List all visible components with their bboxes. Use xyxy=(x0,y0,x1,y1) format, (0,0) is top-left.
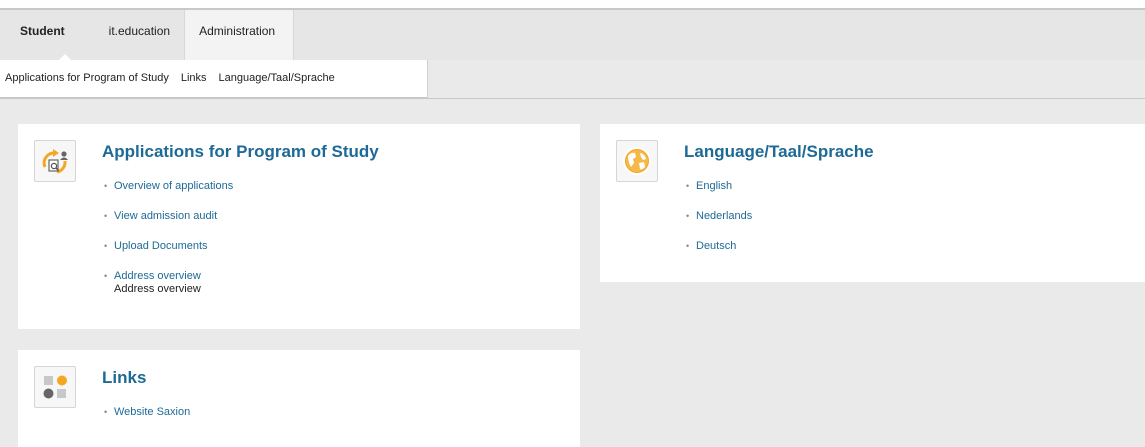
language-title: Language/Taal/Sprache xyxy=(684,142,874,161)
upload-documents-link[interactable]: Upload Documents xyxy=(114,240,208,252)
subnav-links[interactable]: Links xyxy=(175,60,213,97)
language-card: Language/Taal/Sprache English Nederlands… xyxy=(600,124,1145,282)
subnav-applications[interactable]: Applications for Program of Study xyxy=(0,60,175,97)
top-strip xyxy=(0,0,1145,8)
overview-of-applications-link[interactable]: Overview of applications xyxy=(114,180,233,192)
subnav-language[interactable]: Language/Taal/Sprache xyxy=(213,60,341,97)
applications-card: Applications for Program of Study Overvi… xyxy=(18,124,580,329)
deutsch-link[interactable]: Deutsch xyxy=(696,240,736,252)
globe-icon xyxy=(616,140,658,182)
list-item: Deutsch xyxy=(684,240,752,253)
subnav-divider xyxy=(0,98,1145,99)
view-admission-audit-link[interactable]: View admission audit xyxy=(114,210,217,222)
links-title: Links xyxy=(102,368,147,387)
applications-icon xyxy=(34,140,76,182)
list-item: Address overview Address overview xyxy=(102,270,233,296)
list-item: Upload Documents xyxy=(102,240,233,253)
list-item: Overview of applications xyxy=(102,180,233,193)
website-saxion-link[interactable]: Website Saxion xyxy=(114,406,190,418)
applications-list: Overview of applications View admission … xyxy=(102,180,233,313)
list-item: Website Saxion xyxy=(102,406,190,419)
tab-student[interactable]: Student xyxy=(6,10,95,61)
list-item: View admission audit xyxy=(102,210,233,223)
sub-navigation: Applications for Program of Study Links … xyxy=(0,60,428,98)
links-icon xyxy=(34,366,76,408)
tab-administration[interactable]: Administration xyxy=(184,10,295,60)
tab-it-education[interactable]: it.education xyxy=(95,10,184,60)
links-list: Website Saxion xyxy=(102,406,190,436)
applications-title: Applications for Program of Study xyxy=(102,142,379,161)
nederlands-link[interactable]: Nederlands xyxy=(696,210,752,222)
language-list: English Nederlands Deutsch xyxy=(684,180,752,270)
main-tab-bar: Student it.education Administration xyxy=(0,8,1145,61)
address-overview-link[interactable]: Address overview xyxy=(114,270,201,282)
links-card: Links Website Saxion xyxy=(18,350,580,447)
english-link[interactable]: English xyxy=(696,180,732,192)
address-overview-subtext: Address overview xyxy=(114,283,201,295)
list-item: Nederlands xyxy=(684,210,752,223)
list-item: English xyxy=(684,180,752,193)
